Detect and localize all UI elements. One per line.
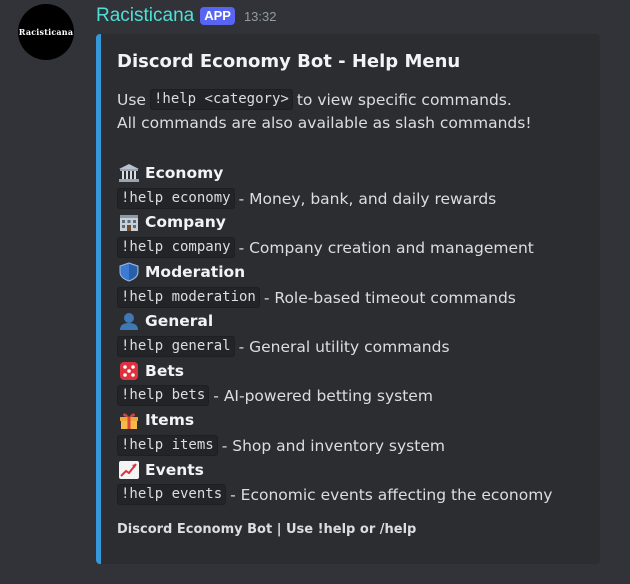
category-heading-events: Events <box>117 460 204 480</box>
intro-line-2: All commands are also available as slash… <box>117 114 532 132</box>
bank-icon <box>117 163 141 183</box>
category-name: Bets <box>145 362 184 380</box>
building-icon <box>117 212 141 232</box>
category-name: General <box>145 312 214 330</box>
command-description: - Shop and inventory system <box>221 436 445 455</box>
dice-icon <box>117 361 141 381</box>
help-embed: Discord Economy Bot - Help Menu Use !hel… <box>96 34 600 564</box>
command-description: - General utility commands <box>238 337 450 356</box>
category-heading-items: Items <box>117 410 194 430</box>
category-command-economy: !help economy - Money, bank, and daily r… <box>117 188 496 209</box>
command-description: - Company creation and management <box>238 238 534 257</box>
category-name: Economy <box>145 164 224 182</box>
command-code: !help items <box>117 435 218 456</box>
avatar[interactable]: Racisticana <box>18 4 74 60</box>
intro-suffix: to view specific commands. <box>296 90 512 109</box>
category-name: Moderation <box>145 263 246 281</box>
category-name: Items <box>145 411 195 429</box>
command-description: - Role-based timeout commands <box>263 288 516 307</box>
command-code: !help bets <box>117 385 210 406</box>
command-description: - Money, bank, and daily rewards <box>238 189 497 208</box>
command-code: !help moderation <box>117 287 260 308</box>
embed-title: Discord Economy Bot - Help Menu <box>117 51 461 72</box>
avatar-text: Racisticana <box>18 27 74 37</box>
command-code: !help company <box>117 237 235 258</box>
message-header: Racisticana APP 13:32 <box>96 5 277 27</box>
category-heading-economy: Economy <box>117 163 223 183</box>
gift-icon <box>117 410 141 430</box>
intro-code: !help <category> <box>149 89 293 110</box>
command-description: - Economic events affecting the economy <box>230 485 553 504</box>
category-command-bets: !help bets - AI-powered betting system <box>117 385 433 406</box>
category-name: Events <box>145 461 204 479</box>
embed-footer: Discord Economy Bot | Use !help or /help <box>117 522 417 537</box>
command-description: - AI-powered betting system <box>213 386 433 405</box>
chat-message: Racisticana Racisticana APP 13:32 Discor… <box>0 0 630 584</box>
category-heading-general: General <box>117 311 213 331</box>
category-heading-moderation: Moderation <box>117 262 245 282</box>
command-code: !help events <box>117 484 227 505</box>
person-icon <box>117 311 141 331</box>
timestamp[interactable]: 13:32 <box>244 9 277 24</box>
intro-prefix: Use <box>117 90 146 109</box>
category-name: Company <box>145 213 226 231</box>
category-command-moderation: !help moderation - Role-based timeout co… <box>117 287 516 308</box>
category-command-general: !help general - General utility commands <box>117 336 450 357</box>
category-heading-bets: Bets <box>117 361 184 381</box>
shield-icon <box>117 262 141 282</box>
chart-up-icon <box>117 460 141 480</box>
app-badge: APP <box>200 7 235 25</box>
command-code: !help economy <box>117 188 235 209</box>
category-command-company: !help company - Company creation and man… <box>117 237 534 258</box>
category-command-items: !help items - Shop and inventory system <box>117 435 445 456</box>
category-command-events: !help events - Economic events affecting… <box>117 484 552 505</box>
command-code: !help general <box>117 336 235 357</box>
username[interactable]: Racisticana <box>96 5 194 27</box>
category-heading-company: Company <box>117 212 226 232</box>
intro-line-1: Use !help <category> to view specific co… <box>117 89 512 110</box>
